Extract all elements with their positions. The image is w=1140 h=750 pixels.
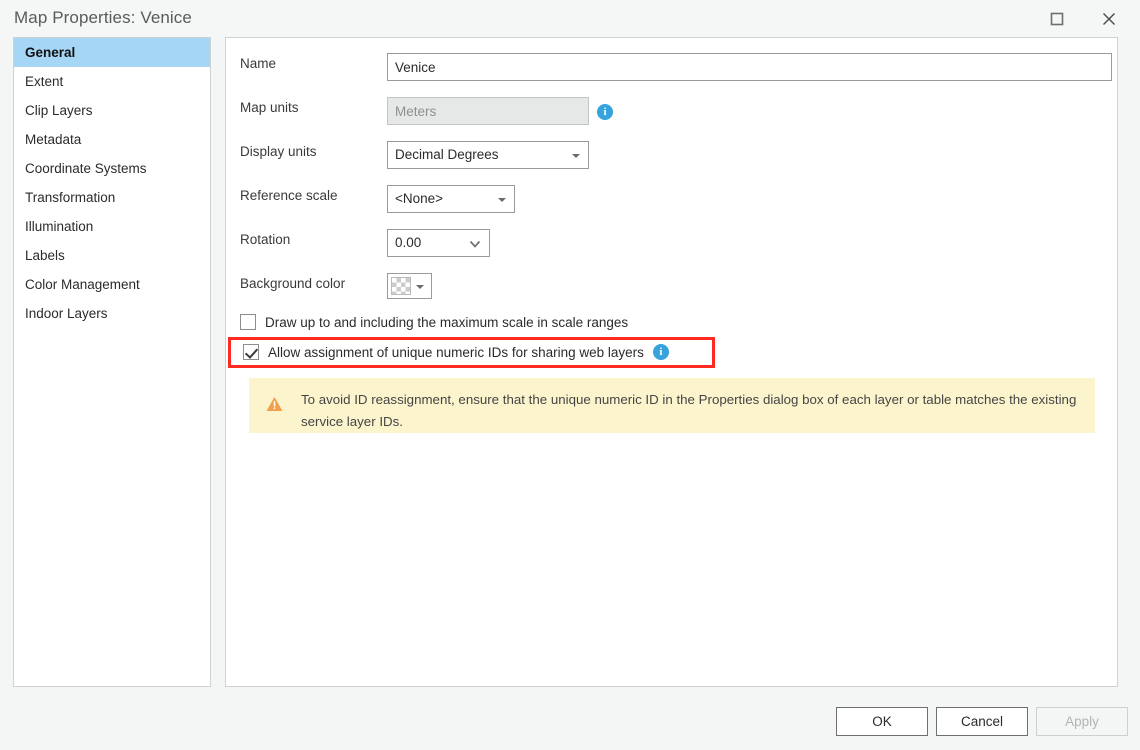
general-settings-panel: Name Map units i Display units Decimal D… (225, 37, 1118, 687)
chevron-down-icon (572, 154, 580, 158)
sidebar-item-illumination[interactable]: Illumination (14, 212, 210, 241)
chevron-down-icon (416, 285, 424, 289)
sidebar-nav-list: General Extent Clip Layers Metadata Coor… (13, 37, 211, 687)
page-title: Map Properties: Venice (14, 8, 192, 28)
display-units-label: Display units (240, 144, 317, 159)
chevron-down-icon (498, 198, 506, 202)
background-color-picker[interactable] (387, 273, 432, 299)
background-color-label: Background color (240, 276, 345, 291)
sidebar-item-general[interactable]: General (14, 38, 210, 67)
close-icon (1086, 11, 1132, 27)
name-input[interactable] (387, 53, 1112, 81)
reference-scale-value: <None> (395, 186, 443, 212)
apply-button: Apply (1036, 707, 1128, 736)
close-button[interactable] (1086, 0, 1132, 37)
rotation-label: Rotation (240, 232, 290, 247)
display-units-dropdown[interactable]: Decimal Degrees (387, 141, 589, 169)
allow-unique-ids-info-icon[interactable]: i (653, 344, 669, 360)
sidebar-item-transformation[interactable]: Transformation (14, 183, 210, 212)
sidebar-item-coordinate-systems[interactable]: Coordinate Systems (14, 154, 210, 183)
chevron-down-icon (468, 238, 482, 253)
warning-banner: To avoid ID reassignment, ensure that th… (249, 378, 1095, 433)
rotation-value: 0.00 (395, 230, 421, 256)
transparent-swatch-icon (391, 277, 411, 295)
draw-max-scale-label: Draw up to and including the maximum sca… (265, 315, 628, 330)
allow-unique-ids-checkbox-row[interactable]: Allow assignment of unique numeric IDs f… (243, 344, 669, 360)
warning-message: To avoid ID reassignment, ensure that th… (301, 389, 1077, 433)
maximize-icon (1034, 11, 1080, 27)
sidebar-item-labels[interactable]: Labels (14, 241, 210, 270)
dialog-title-bar: Map Properties: Venice (0, 0, 1140, 37)
map-units-label: Map units (240, 100, 299, 115)
ok-button[interactable]: OK (836, 707, 928, 736)
allow-unique-ids-checkbox[interactable] (243, 344, 259, 360)
map-units-info-icon[interactable]: i (597, 104, 613, 120)
reference-scale-dropdown[interactable]: <None> (387, 185, 515, 213)
reference-scale-label: Reference scale (240, 188, 338, 203)
maximize-button[interactable] (1034, 0, 1080, 37)
allow-unique-ids-label: Allow assignment of unique numeric IDs f… (268, 345, 644, 360)
sidebar-item-clip-layers[interactable]: Clip Layers (14, 96, 210, 125)
draw-max-scale-checkbox[interactable] (240, 314, 256, 330)
rotation-dropdown[interactable]: 0.00 (387, 229, 490, 257)
name-label: Name (240, 56, 276, 71)
cancel-button[interactable]: Cancel (936, 707, 1028, 736)
sidebar-item-indoor-layers[interactable]: Indoor Layers (14, 299, 210, 328)
warning-triangle-icon (266, 396, 283, 415)
sidebar-item-metadata[interactable]: Metadata (14, 125, 210, 154)
draw-max-scale-checkbox-row[interactable]: Draw up to and including the maximum sca… (240, 314, 628, 330)
sidebar-item-extent[interactable]: Extent (14, 67, 210, 96)
sidebar-item-color-management[interactable]: Color Management (14, 270, 210, 299)
display-units-value: Decimal Degrees (395, 142, 499, 168)
map-units-field (387, 97, 589, 125)
